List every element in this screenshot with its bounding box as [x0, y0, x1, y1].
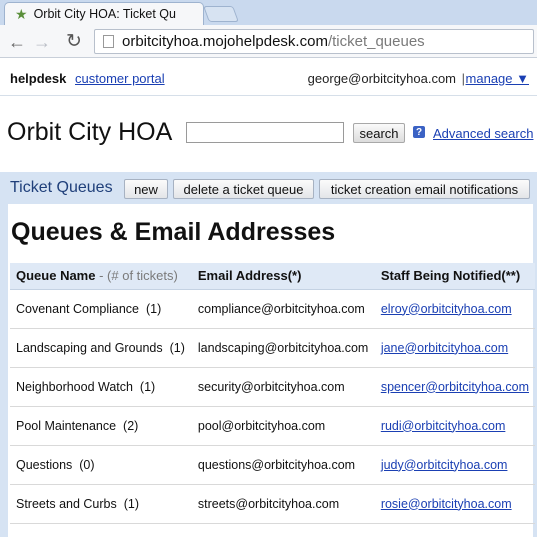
- search-input[interactable]: [186, 122, 344, 143]
- table-row: Questions (0) questions@orbitcityhoa.com…: [10, 445, 535, 485]
- table-row: Streets and Curbs (1) streets@orbitcityh…: [10, 484, 535, 524]
- staff-email-link[interactable]: jane@orbitcityhoa.com: [381, 341, 508, 355]
- forward-arrow-icon[interactable]: →: [33, 32, 51, 53]
- help-icon[interactable]: ?: [413, 126, 425, 138]
- new-tab-button[interactable]: [203, 6, 239, 22]
- new-queue-button[interactable]: new: [124, 179, 168, 199]
- section-title: Ticket Queues: [10, 179, 113, 196]
- brand-label: helpdesk: [10, 71, 67, 86]
- ticket-count: (0): [79, 457, 95, 472]
- site-title: Orbit City HOA: [7, 118, 173, 146]
- tab-title: Orbit City HOA: Ticket Qu: [33, 7, 176, 21]
- queue-name: Questions: [16, 457, 73, 472]
- queue-name-cell: Covenant Compliance (1): [10, 289, 192, 329]
- staff-email-link[interactable]: judy@orbitcityhoa.com: [381, 458, 508, 472]
- search-button[interactable]: search: [353, 123, 405, 143]
- ticket-count: (1): [123, 496, 139, 511]
- ticket-count: (1): [169, 340, 185, 355]
- separator: |: [461, 71, 465, 86]
- staff-cell: elroy@orbitcityhoa.com: [374, 289, 535, 329]
- queue-name-cell: Streets and Curbs (1): [10, 484, 192, 524]
- url-host: orbitcityhoa.mojohelpdesk.com: [122, 33, 328, 50]
- queue-name: Covenant Compliance: [16, 301, 139, 316]
- ticket-count: (2): [123, 418, 139, 433]
- user-email: george@orbitcityhoa.com: [307, 71, 456, 86]
- back-arrow-icon[interactable]: ←: [8, 32, 26, 53]
- ticket-count: (1): [145, 301, 162, 316]
- table-header-row: Queue Name - (# of tickets) Email Addres…: [10, 263, 535, 290]
- staff-cell: rosie@orbitcityhoa.com: [374, 484, 535, 524]
- queue-name-cell: Landscaping and Grounds (1): [10, 328, 192, 368]
- table-row: Neighborhood Watch (1) security@orbitcit…: [10, 367, 535, 407]
- staff-cell: rudi@orbitcityhoa.com: [374, 406, 535, 446]
- queue-email: questions@orbitcityhoa.com: [191, 445, 375, 485]
- staff-email-link[interactable]: elroy@orbitcityhoa.com: [381, 302, 512, 316]
- table-row: Pool Maintenance (2) pool@orbitcityhoa.c…: [10, 406, 535, 446]
- queues-table: Queue Name - (# of tickets) Email Addres…: [10, 263, 535, 524]
- page-heading: Queues & Email Addresses: [11, 218, 336, 246]
- staff-notified-header: Staff Being Notified(**): [374, 263, 535, 290]
- queue-name: Neighborhood Watch: [16, 379, 133, 394]
- delete-queue-button[interactable]: delete a ticket queue: [173, 179, 314, 199]
- queue-name: Streets and Curbs: [16, 496, 117, 511]
- email-notifications-button[interactable]: ticket creation email notifications: [319, 179, 530, 199]
- staff-cell: jane@orbitcityhoa.com: [374, 328, 535, 368]
- ticket-count-header-label: - (# of tickets): [99, 268, 178, 284]
- address-bar[interactable]: orbitcityhoa.mojohelpdesk.com/ticket_que…: [94, 29, 534, 54]
- queue-name-header: Queue Name - (# of tickets): [10, 263, 192, 290]
- browser-tabstrip: ★ Orbit City HOA: Ticket Qu: [0, 0, 537, 25]
- favicon-star-icon: ★: [15, 5, 28, 22]
- queue-email: pool@orbitcityhoa.com: [191, 406, 375, 446]
- email-address-header: Email Address(*): [191, 263, 375, 290]
- table-row: Covenant Compliance (1) compliance@orbit…: [10, 289, 535, 329]
- queue-email: landscaping@orbitcityhoa.com: [191, 328, 375, 368]
- helpdesk-topbar: helpdesk customer portal george@orbitcit…: [0, 59, 537, 96]
- table-row: Landscaping and Grounds (1) landscaping@…: [10, 328, 535, 368]
- queue-email: streets@orbitcityhoa.com: [191, 484, 375, 524]
- staff-email-link[interactable]: rudi@orbitcityhoa.com: [381, 419, 506, 433]
- staff-email-link[interactable]: rosie@orbitcityhoa.com: [381, 497, 512, 511]
- queue-name: Pool Maintenance: [16, 418, 117, 433]
- ticket-count: (1): [139, 379, 156, 394]
- reload-icon[interactable]: ↻: [66, 30, 82, 53]
- queue-name-header-label: Queue Name: [16, 268, 96, 284]
- content-left-border: [0, 204, 8, 537]
- queue-name-cell: Pool Maintenance (2): [10, 406, 192, 446]
- staff-cell: spencer@orbitcityhoa.com: [374, 367, 535, 407]
- url-path: /ticket_queues: [327, 33, 425, 50]
- staff-email-link[interactable]: spencer@orbitcityhoa.com: [381, 380, 529, 394]
- customer-portal-link[interactable]: customer portal: [75, 71, 165, 86]
- queue-name-cell: Neighborhood Watch (1): [10, 367, 192, 407]
- staff-cell: judy@orbitcityhoa.com: [374, 445, 535, 485]
- advanced-search-link[interactable]: Advanced search: [433, 126, 533, 141]
- queue-email: compliance@orbitcityhoa.com: [191, 289, 375, 329]
- browser-toolbar: ← → ↻ orbitcityhoa.mojohelpdesk.com/tick…: [0, 25, 537, 58]
- browser-tab[interactable]: ★ Orbit City HOA: Ticket Qu: [4, 2, 204, 25]
- section-bar: Ticket Queues new delete a ticket queue …: [0, 172, 537, 204]
- queue-email: security@orbitcityhoa.com: [191, 367, 375, 407]
- queue-name: Landscaping and Grounds: [16, 340, 163, 355]
- page-icon: [103, 35, 114, 48]
- manage-menu-link[interactable]: manage ▼: [466, 71, 529, 86]
- queue-name-cell: Questions (0): [10, 445, 192, 485]
